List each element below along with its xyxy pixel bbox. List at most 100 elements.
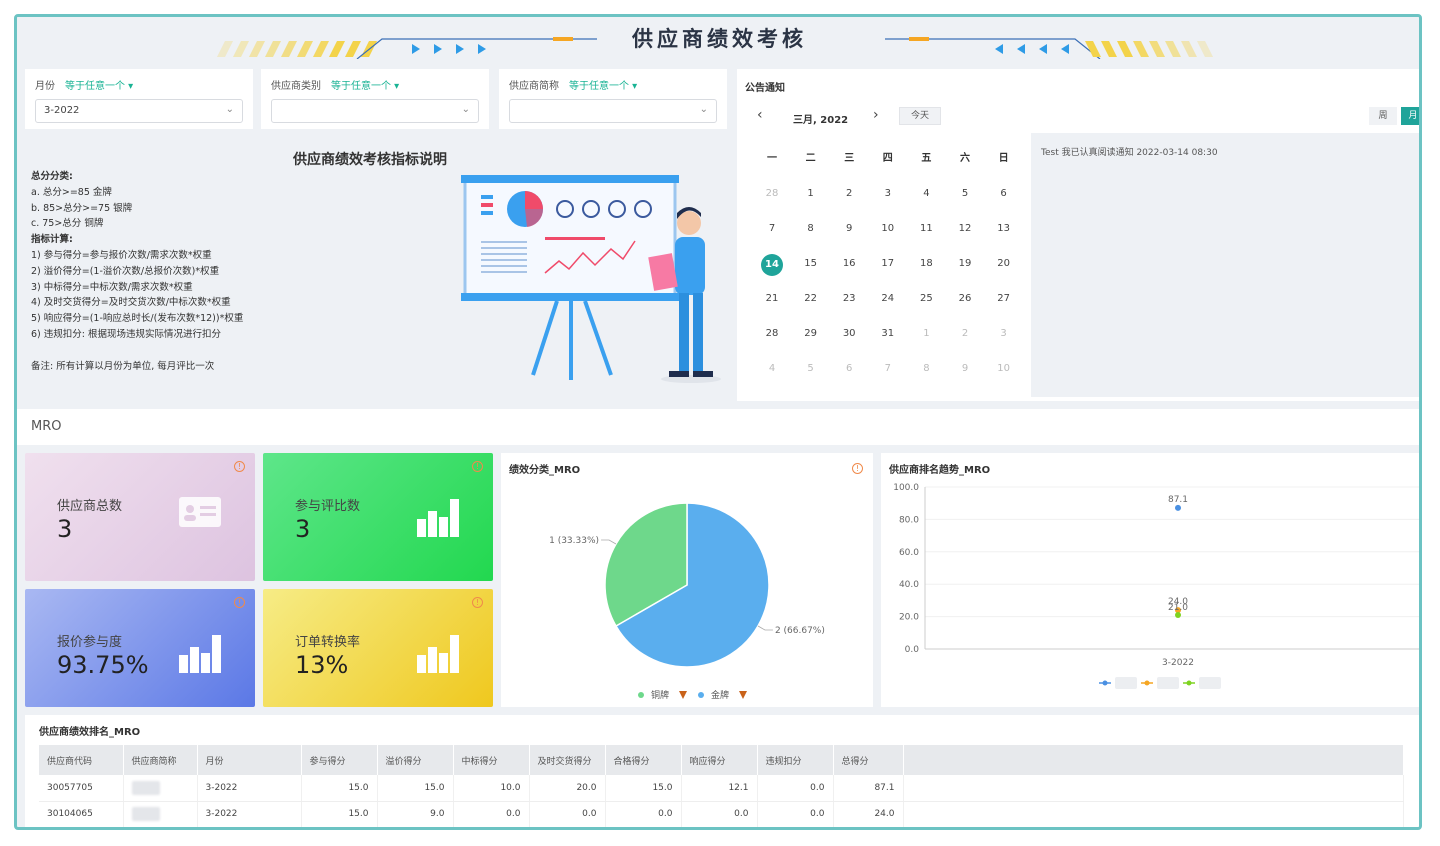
data-point[interactable] bbox=[1175, 504, 1181, 511]
column-header[interactable]: 月份 bbox=[197, 745, 302, 775]
calendar-day[interactable]: 3 bbox=[985, 324, 1023, 344]
calendar-day[interactable]: 28 bbox=[753, 324, 791, 344]
table-cell: 0.0 bbox=[453, 801, 530, 827]
info-icon[interactable]: ! bbox=[234, 461, 245, 472]
table-cell: 30057705 bbox=[39, 775, 124, 802]
header-right-decoration bbox=[885, 37, 1213, 59]
legend-label[interactable]: 铜牌 bbox=[651, 689, 669, 701]
calendar-day[interactable]: 25 bbox=[907, 289, 945, 309]
kpi-value: 3 bbox=[57, 515, 73, 543]
legend-marker[interactable] bbox=[698, 692, 704, 698]
calendar-day[interactable]: 19 bbox=[946, 254, 984, 274]
calendar-day[interactable]: 8 bbox=[792, 219, 830, 239]
calendar-day[interactable]: 12 bbox=[946, 219, 984, 239]
calendar-day[interactable]: 15 bbox=[792, 254, 830, 274]
bar-chart-icon bbox=[417, 635, 459, 673]
month-select[interactable]: 3-2022 ⌄ bbox=[35, 99, 243, 123]
filter-month-condition[interactable]: 等于任意一个 ▾ bbox=[65, 81, 133, 92]
column-header[interactable]: 供应商简称 bbox=[123, 745, 198, 775]
calendar-day[interactable]: 18 bbox=[907, 254, 945, 274]
chevron-down-icon: ⌄ bbox=[225, 104, 234, 115]
calendar-day[interactable]: 26 bbox=[946, 289, 984, 309]
calendar-day[interactable]: 3 bbox=[869, 184, 907, 204]
kpi-order-conversion: ! 订单转换率 13% bbox=[263, 589, 493, 707]
calendar-day[interactable]: 11 bbox=[907, 219, 945, 239]
supplier-category-select[interactable]: ⌄ bbox=[271, 99, 479, 123]
column-header[interactable]: 中标得分 bbox=[453, 745, 530, 775]
calendar-day[interactable]: 21 bbox=[753, 289, 791, 309]
data-label: 87.1 bbox=[1168, 495, 1188, 505]
calendar-day[interactable]: 16 bbox=[830, 254, 868, 274]
info-icon[interactable]: ! bbox=[472, 597, 483, 608]
column-header[interactable]: 溢价得分 bbox=[377, 745, 454, 775]
weekday-header: 二 bbox=[805, 153, 816, 164]
calendar-day[interactable]: 29 bbox=[792, 324, 830, 344]
next-month-button[interactable]: › bbox=[873, 107, 879, 123]
notice-item[interactable]: Test 我已认真阅读通知 2022-03-14 08:30 bbox=[1041, 145, 1218, 158]
month-view-button[interactable]: 月 bbox=[1401, 107, 1419, 125]
calendar-day[interactable]: 17 bbox=[869, 254, 907, 274]
calendar-day[interactable]: 13 bbox=[985, 219, 1023, 239]
column-header[interactable]: 供应商代码 bbox=[39, 745, 124, 775]
dashboard-frame: 供应商绩效考核 月份 等于任意一个 ▾ 3-2022 ⌄ 供应商类别 等于任意一… bbox=[14, 14, 1422, 830]
calendar-day[interactable]: 20 bbox=[985, 254, 1023, 274]
weekday-header: 六 bbox=[960, 153, 970, 164]
info-icon[interactable]: ! bbox=[234, 597, 245, 608]
column-header[interactable]: 响应得分 bbox=[681, 745, 758, 775]
calendar-day[interactable]: 5 bbox=[946, 184, 984, 204]
today-button[interactable]: 今天 bbox=[899, 107, 941, 125]
y-tick-label: 40.0 bbox=[899, 580, 919, 590]
calendar-day[interactable]: 14 bbox=[753, 254, 791, 276]
trend-chart: 100.080.060.040.020.00.03-202287.124.021… bbox=[893, 483, 1419, 689]
calendar-day[interactable]: 7 bbox=[869, 359, 907, 379]
legend-marker[interactable] bbox=[1186, 680, 1192, 686]
calendar-day[interactable]: 6 bbox=[830, 359, 868, 379]
column-header[interactable]: 总得分 bbox=[833, 745, 904, 775]
table-cell: 0.0 bbox=[529, 801, 606, 827]
calendar-day[interactable]: 22 bbox=[792, 289, 830, 309]
calendar-day[interactable]: 8 bbox=[907, 359, 945, 379]
prev-month-button[interactable]: ‹ bbox=[757, 107, 763, 123]
calendar-day[interactable]: 4 bbox=[753, 359, 791, 379]
filter-category-condition[interactable]: 等于任意一个 ▾ bbox=[331, 81, 399, 92]
calendar-day[interactable]: 27 bbox=[985, 289, 1023, 309]
calendar-day[interactable]: 6 bbox=[985, 184, 1023, 204]
calendar-day[interactable]: 4 bbox=[907, 184, 945, 204]
legend-marker[interactable] bbox=[638, 692, 644, 698]
today-marker[interactable]: 14 bbox=[761, 254, 783, 276]
filter-name-condition[interactable]: 等于任意一个 ▾ bbox=[569, 81, 637, 92]
calendar-day[interactable]: 1 bbox=[792, 184, 830, 204]
legend-marker[interactable] bbox=[1102, 680, 1108, 686]
calendar-day[interactable]: 5 bbox=[792, 359, 830, 379]
id-card-icon bbox=[179, 497, 221, 527]
week-view-button[interactable]: 周 bbox=[1369, 107, 1397, 125]
calendar-day[interactable]: 28 bbox=[753, 184, 791, 204]
calendar-day[interactable]: 2 bbox=[830, 184, 868, 204]
weekday-header: 日 bbox=[998, 153, 1009, 164]
calendar-day[interactable]: 1 bbox=[907, 324, 945, 344]
calendar-day[interactable]: 10 bbox=[869, 219, 907, 239]
calendar-day[interactable]: 2 bbox=[946, 324, 984, 344]
table-row[interactable]: 30057705 3-2022 15.0 15.0 10.0 20.0 15.0 12.1 0.… bbox=[39, 775, 1404, 802]
legend-marker[interactable] bbox=[1144, 680, 1150, 686]
calendar-heading: 公告通知 bbox=[745, 83, 785, 94]
info-icon[interactable]: ! bbox=[472, 461, 483, 472]
calendar-day[interactable]: 7 bbox=[753, 219, 791, 239]
pie-label-line bbox=[601, 539, 617, 545]
column-header[interactable]: 违规扣分 bbox=[757, 745, 834, 775]
calendar-day[interactable]: 24 bbox=[869, 289, 907, 309]
supplier-name-select[interactable]: ⌄ bbox=[509, 99, 717, 123]
column-header[interactable]: 合格得分 bbox=[605, 745, 682, 775]
calendar-day[interactable]: 9 bbox=[830, 219, 868, 239]
calendar-day[interactable]: 31 bbox=[869, 324, 907, 344]
calendar-day[interactable]: 9 bbox=[946, 359, 984, 379]
description-title: 供应商绩效考核指标说明 bbox=[293, 152, 447, 168]
column-header[interactable]: 参与得分 bbox=[301, 745, 378, 775]
legend-label[interactable]: 金牌 bbox=[711, 689, 729, 701]
table-cell: 15.0 bbox=[301, 775, 378, 802]
table-row[interactable]: 30104065 3-2022 15.0 9.0 0.0 0.0 0.0 0.0 0.0 24.0 bbox=[39, 801, 1404, 827]
calendar-day[interactable]: 30 bbox=[830, 324, 868, 344]
calendar-day[interactable]: 10 bbox=[985, 359, 1023, 379]
calendar-day[interactable]: 23 bbox=[830, 289, 868, 309]
column-header[interactable]: 及时交货得分 bbox=[529, 745, 606, 775]
